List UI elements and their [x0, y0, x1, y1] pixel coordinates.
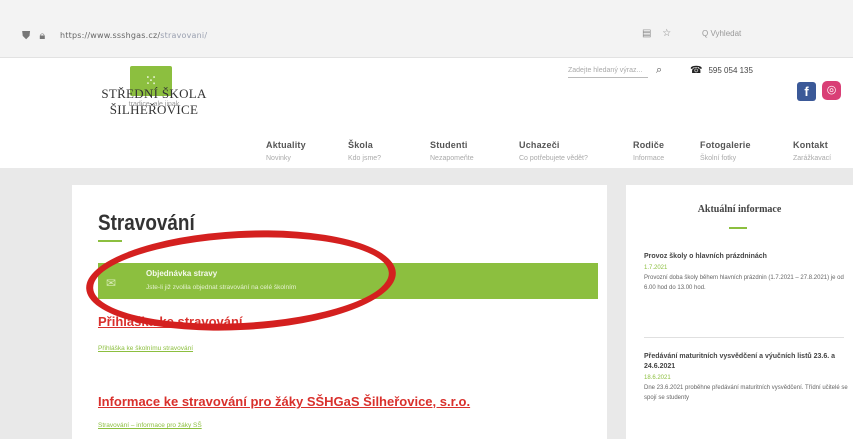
- dining-info-link[interactable]: Informace ke stravování pro žáky SŠHGaS …: [98, 394, 470, 409]
- nav-label: Fotogalerie: [700, 140, 751, 150]
- nav-fotogalerie[interactable]: Fotogalerie Školní fotky: [700, 140, 751, 162]
- nav-aktuality[interactable]: Aktuality Novinky: [266, 140, 306, 162]
- news-date: 1.7.2021: [644, 265, 668, 271]
- phone-number: 595 054 135: [708, 66, 753, 75]
- reader-icon[interactable]: ▤: [642, 28, 651, 39]
- instagram-icon[interactable]: ◎: [822, 81, 841, 100]
- browser-toolbar: ⛊ 🔒︎ https://www.ssshgas.cz/stravovani/ …: [0, 0, 853, 58]
- nav-kontakt[interactable]: Kontakt Zarážkavací: [793, 140, 831, 162]
- nav-sublabel: Novinky: [266, 155, 291, 162]
- school-tagline: tradice, ale jinak: [128, 101, 180, 108]
- news-title[interactable]: Předávání maturitních vysvědčení a výučn…: [644, 352, 849, 372]
- nav-label: Uchazeči: [519, 140, 560, 150]
- nav-sublabel: Informace: [633, 155, 665, 162]
- dining-info-sublink[interactable]: Stravování – informace pro žáky SŠ: [98, 422, 202, 429]
- nav-label: Studenti: [430, 140, 468, 150]
- shield-icon[interactable]: ⛊: [22, 30, 30, 42]
- lock-icon[interactable]: 🔒︎: [39, 30, 45, 42]
- news-item[interactable]: Provoz školy o hlavních prázdninách 1.7.…: [644, 252, 849, 293]
- nav-sublabel: Kdo jsme?: [348, 155, 382, 162]
- nav-studenti[interactable]: Studenti Nezapomeňte: [430, 140, 474, 162]
- enrollment-sublink[interactable]: Přihláška ke školnímu stravování: [98, 345, 193, 352]
- nav-sublabel: Nezapomeňte: [430, 155, 474, 162]
- news-text: Dne 23.6.2021 proběhne předávání maturit…: [644, 385, 848, 401]
- news-divider: [644, 337, 844, 338]
- sidebar-title: Aktuální informace: [697, 204, 782, 215]
- facebook-icon[interactable]: f: [797, 82, 816, 101]
- nav-label: Rodiče: [633, 140, 665, 150]
- nav-rodice[interactable]: Rodiče Informace: [633, 140, 664, 162]
- url-path: stravovani/: [160, 31, 208, 40]
- phone-icon: ☎: [690, 65, 703, 76]
- search-icon[interactable]: ⌕: [656, 64, 662, 77]
- news-item[interactable]: Předávání maturitních vysvědčení a výučn…: [644, 352, 849, 403]
- browser-actions: ▤ ☆: [642, 28, 679, 39]
- browser-nav-icons: ⛊ 🔒︎: [22, 30, 51, 43]
- phone-contact[interactable]: ☎ 595 054 135: [690, 65, 753, 76]
- nav-label: Aktuality: [266, 140, 306, 150]
- address-bar[interactable]: https://www.ssshgas.cz/stravovani/: [60, 31, 207, 40]
- sidebar-title-underline: [729, 227, 747, 229]
- nav-sublabel: Školní fotky: [700, 155, 737, 162]
- news-date: 18.6.2021: [644, 375, 671, 381]
- nav-label: Škola: [348, 140, 374, 150]
- star-icon[interactable]: ☆: [662, 28, 671, 39]
- title-underline: [98, 240, 122, 242]
- browser-search-input[interactable]: Q Vyhledat: [702, 29, 741, 38]
- nav-skola[interactable]: Škola Kdo jsme?: [348, 140, 381, 162]
- url-host: https://www.ssshgas.cz/: [60, 31, 161, 40]
- news-title[interactable]: Provoz školy o hlavních prázdninách: [644, 252, 849, 262]
- news-text: Provozní doba školy během hlavních prázd…: [644, 275, 844, 291]
- page-title: Stravování: [98, 210, 195, 235]
- site-search-input[interactable]: Zadejte hledaný výraz...: [568, 64, 648, 78]
- nav-uchazeci[interactable]: Uchazeči Co potřebujete vědět?: [519, 140, 588, 162]
- nav-sublabel: Co potřebujete vědět?: [519, 155, 588, 162]
- nav-sublabel: Zarážkavací: [793, 155, 832, 162]
- nav-label: Kontakt: [793, 140, 828, 150]
